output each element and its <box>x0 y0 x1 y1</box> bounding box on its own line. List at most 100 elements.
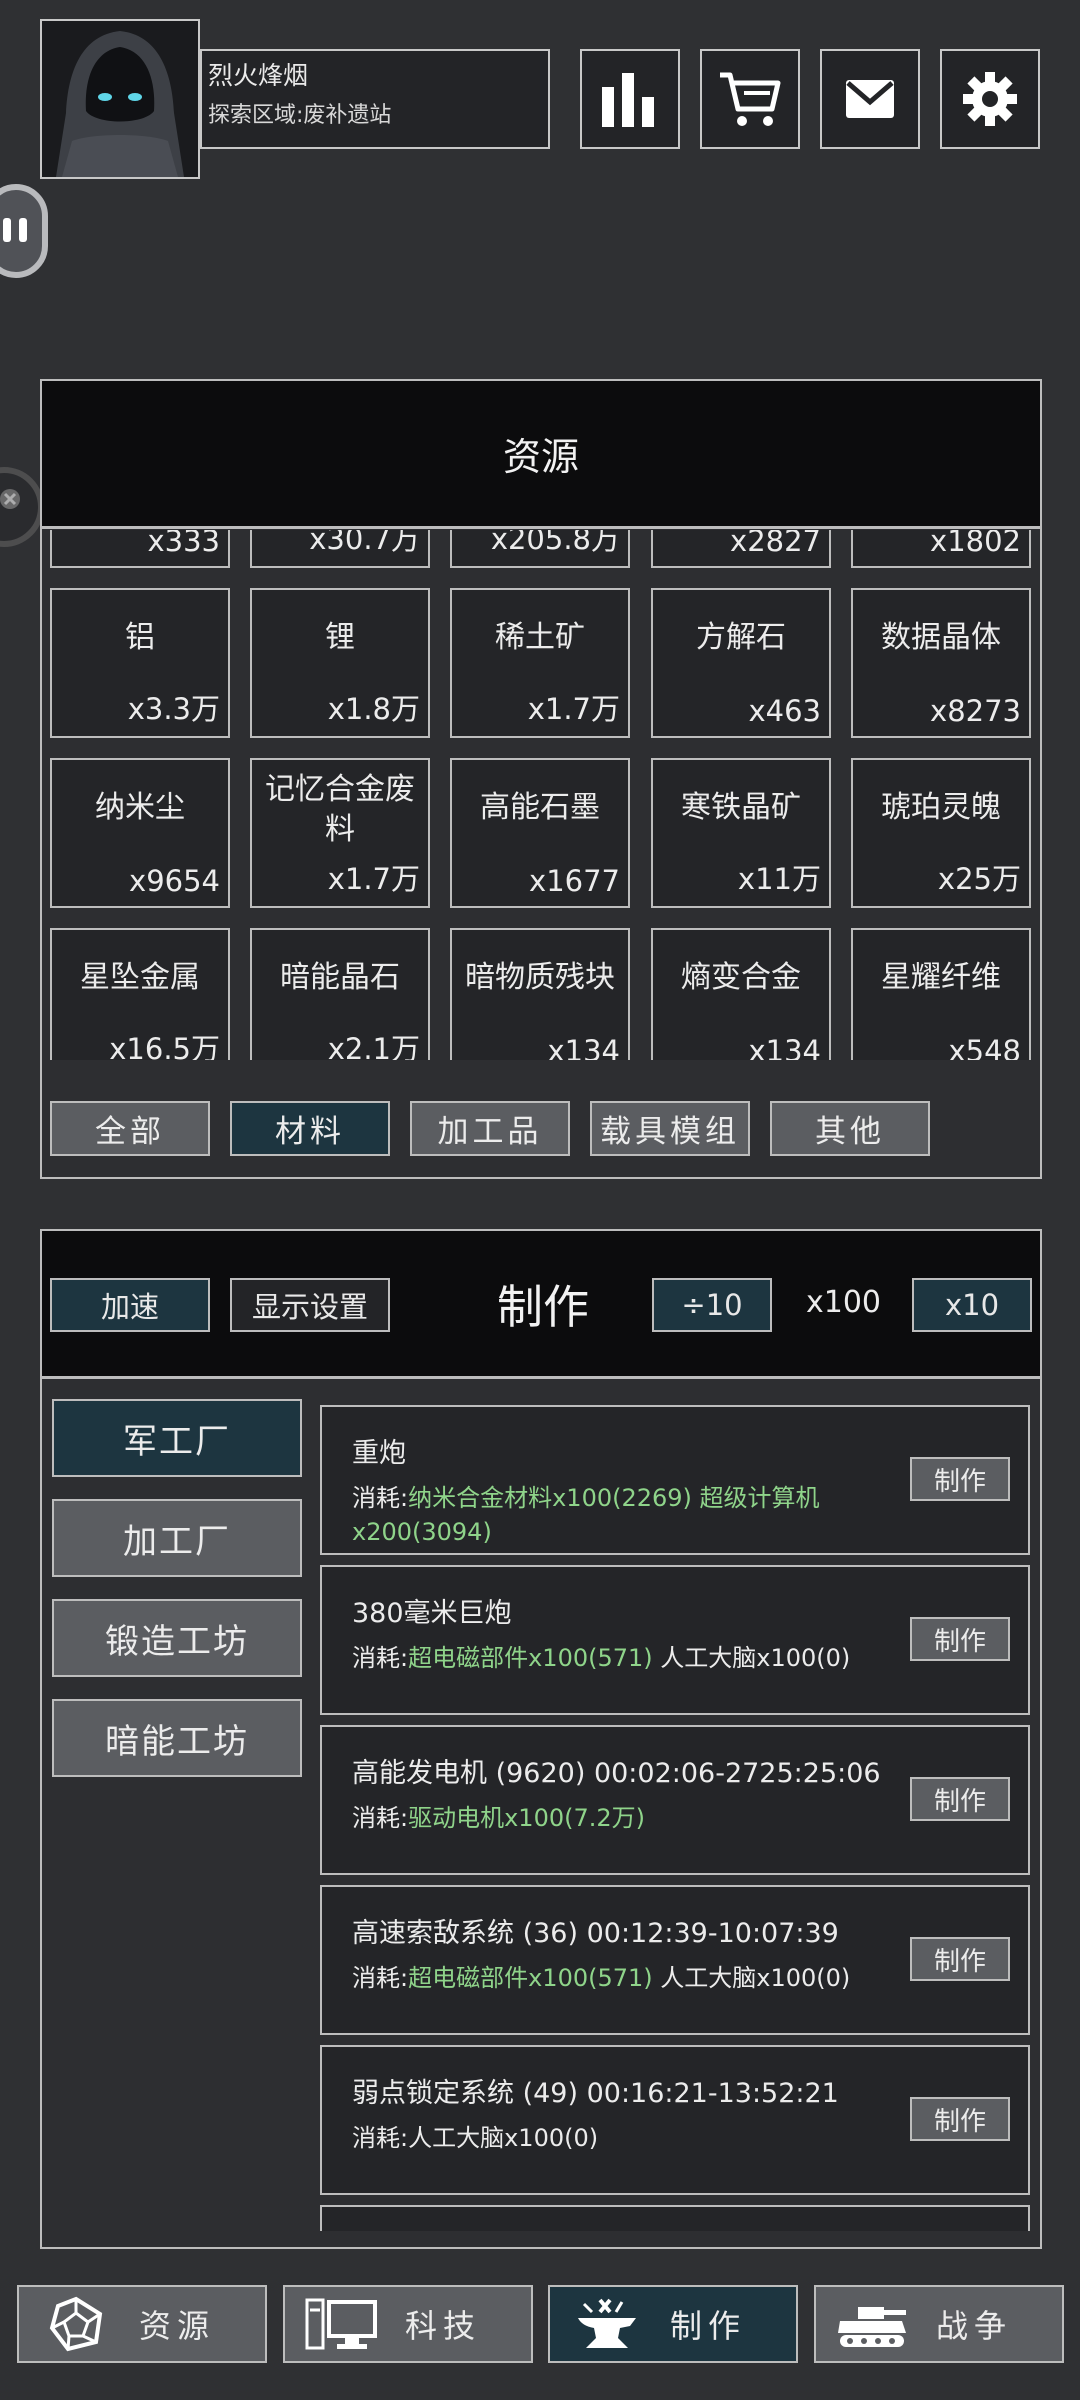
craft-category-tab[interactable]: 加工厂 <box>52 1499 302 1577</box>
computer-icon <box>305 2294 379 2354</box>
resource-cell[interactable]: 记忆合金废料 x1.7万 <box>250 758 430 908</box>
resource-count: x333 <box>147 530 220 558</box>
cost-available: 超电磁部件x100(571) <box>408 1964 653 1992</box>
craft-panel: 加速 显示设置 制作 ÷10 x100 x10 军工厂加工厂锻造工坊暗能工坊 重… <box>40 1229 1042 2249</box>
make-button[interactable]: 制作 <box>910 1777 1010 1821</box>
make-button[interactable]: 制作 <box>910 2097 1010 2141</box>
cost-available: 纳米合金材料x100(2269) 超级计算机 <box>408 1484 820 1512</box>
resource-cell[interactable]: x205.8万 <box>450 530 630 568</box>
filter-tab[interactable]: 全部 <box>50 1101 210 1156</box>
settings-button[interactable] <box>940 49 1040 149</box>
cost-missing: 人工大脑x100(0) <box>652 1964 851 1992</box>
resource-count: x3.3万 <box>127 692 220 726</box>
player-avatar[interactable] <box>40 19 200 179</box>
resource-cell[interactable]: 数据晶体 x8273 <box>851 588 1031 738</box>
multiply-multiplier-button[interactable]: x10 <box>912 1278 1032 1332</box>
resource-name: 锂 <box>325 620 355 655</box>
recipe-cost: 消耗:超电磁部件x100(571) 人工大脑x100(0) <box>352 1641 912 1675</box>
resource-name: 铝 <box>125 620 155 655</box>
resource-cell[interactable]: 暗物质残块 x134 <box>450 928 630 1060</box>
resource-count: x1.8万 <box>327 692 420 726</box>
resource-cell[interactable]: 暗能晶石 x2.1万 <box>250 928 430 1060</box>
resource-cell[interactable]: 熵变合金 x134 <box>651 928 831 1060</box>
resource-name: 方解石 <box>696 620 786 655</box>
mail-button[interactable] <box>820 49 920 149</box>
resource-name: 琥珀灵魄 <box>881 790 1001 825</box>
nav-tab[interactable]: 资源 <box>17 2285 267 2363</box>
resource-cell[interactable]: x2827 <box>651 530 831 568</box>
filter-tab[interactable]: 载具模组 <box>590 1101 750 1156</box>
craft-category-tab[interactable]: 锻造工坊 <box>52 1599 302 1677</box>
recipe-name: 重炮 <box>352 1438 406 1469</box>
gear-icon <box>963 72 1017 126</box>
resource-name: 记忆合金废料 <box>265 772 415 847</box>
resource-cell[interactable]: 锂 x1.8万 <box>250 588 430 738</box>
resource-count: x11万 <box>737 862 821 896</box>
resource-count: x205.8万 <box>490 530 620 556</box>
resource-cell[interactable]: 星坠金属 x16.5万 <box>50 928 230 1060</box>
resource-grid[interactable]: x333 x30.7万 x205.8万 x2827 x1802 铝 x3.3万 锂 x1.8万稀… <box>42 530 1040 1060</box>
nav-tab[interactable]: 战争 <box>814 2285 1064 2363</box>
recipe-cost: 消耗:超电磁部件x100(571) 人工大脑x100(0) <box>352 1961 912 1995</box>
resource-count: x548 <box>948 1034 1021 1060</box>
make-button[interactable]: 制作 <box>910 1937 1010 1981</box>
make-button[interactable]: 制作 <box>910 1457 1010 1501</box>
filter-tab[interactable]: 材料 <box>230 1101 390 1156</box>
cost-prefix: 消耗: <box>352 1484 409 1512</box>
cost-missing: 人工大脑x100(0) <box>652 1644 851 1672</box>
stats-icon <box>602 73 654 127</box>
cart-icon <box>720 72 781 126</box>
recipe-cost: 消耗:驱动电机x100(7.2万) <box>352 1801 912 1835</box>
resource-cell[interactable]: x1802 <box>851 530 1031 568</box>
resource-name: 数据晶体 <box>881 620 1001 655</box>
resource-name: 熵变合金 <box>681 960 801 995</box>
resource-cell[interactable]: 方解石 x463 <box>651 588 831 738</box>
filter-tab[interactable]: 加工品 <box>410 1101 570 1156</box>
resource-cell[interactable]: 寒铁晶矿 x11万 <box>651 758 831 908</box>
mail-icon <box>846 80 894 118</box>
make-button[interactable]: 制作 <box>910 1617 1010 1661</box>
resource-cell[interactable]: 稀土矿 x1.7万 <box>450 588 630 738</box>
floating-assistant-button[interactable] <box>0 184 48 278</box>
cost-missing: 人工大脑x100(0) <box>408 2124 599 2152</box>
recipe-item: 地狱火链式重机 <box>320 2205 1030 2231</box>
resource-count: x8273 <box>930 694 1021 728</box>
resource-cell[interactable]: 琥珀灵魄 x25万 <box>851 758 1031 908</box>
recipe-item: 高速索敌系统 (36) 00:12:39-10:07:39 消耗:超电磁部件x10… <box>320 1885 1030 2035</box>
nav-tab[interactable]: 制作 <box>548 2285 798 2363</box>
nav-tab[interactable]: 科技 <box>283 2285 533 2363</box>
recipe-cost: 消耗:纳米合金材料x100(2269) 超级计算机 x200(3094) <box>352 1481 912 1549</box>
resource-cell[interactable]: 高能石墨 x1677 <box>450 758 630 908</box>
stats-button[interactable] <box>580 49 680 149</box>
cost-prefix: 消耗: <box>352 2124 409 2152</box>
divide-multiplier-button[interactable]: ÷10 <box>652 1278 772 1332</box>
speed-up-button[interactable]: 加速 <box>50 1278 210 1332</box>
filter-tab[interactable]: 其他 <box>770 1101 930 1156</box>
resource-cell[interactable]: 纳米尘 x9654 <box>50 758 230 908</box>
floating-close-button[interactable] <box>0 467 44 547</box>
resource-count: x16.5万 <box>109 1032 220 1060</box>
resource-cell[interactable]: 星耀纤维 x548 <box>851 928 1031 1060</box>
recipe-item: 弱点锁定系统 (49) 00:16:21-13:52:21 消耗:人工大脑x100… <box>320 2045 1030 2195</box>
craft-multiplier: x100 <box>806 1285 882 1320</box>
resource-cell[interactable]: 铝 x3.3万 <box>50 588 230 738</box>
craft-category-tab[interactable]: 暗能工坊 <box>52 1699 302 1777</box>
player-info: 烈火烽烟 探索区域:废补遗站 <box>200 49 550 149</box>
resource-name: 寒铁晶矿 <box>681 790 801 825</box>
cost-prefix: 消耗: <box>352 1964 409 1992</box>
recipe-list[interactable]: 重炮 消耗:纳米合金材料x100(2269) 超级计算机 x200(3094) 制作 3… <box>320 1405 1032 2231</box>
nav-label: 战争 <box>936 2307 1013 2345</box>
resource-name: 星坠金属 <box>80 960 200 995</box>
anvil-icon <box>570 2294 644 2354</box>
resource-count: x25万 <box>937 862 1021 896</box>
pause-icon <box>3 218 27 242</box>
shop-button[interactable] <box>700 49 800 149</box>
resource-cell[interactable]: x333 <box>50 530 230 568</box>
craft-category-tab[interactable]: 军工厂 <box>52 1399 302 1477</box>
resource-panel-title: 资源 <box>42 381 1040 529</box>
nav-label: 科技 <box>405 2307 482 2345</box>
resource-count: x2827 <box>730 530 821 558</box>
resource-cell[interactable]: x30.7万 <box>250 530 430 568</box>
craft-header: 加速 显示设置 制作 ÷10 x100 x10 <box>42 1231 1040 1379</box>
display-settings-button[interactable]: 显示设置 <box>230 1278 390 1332</box>
